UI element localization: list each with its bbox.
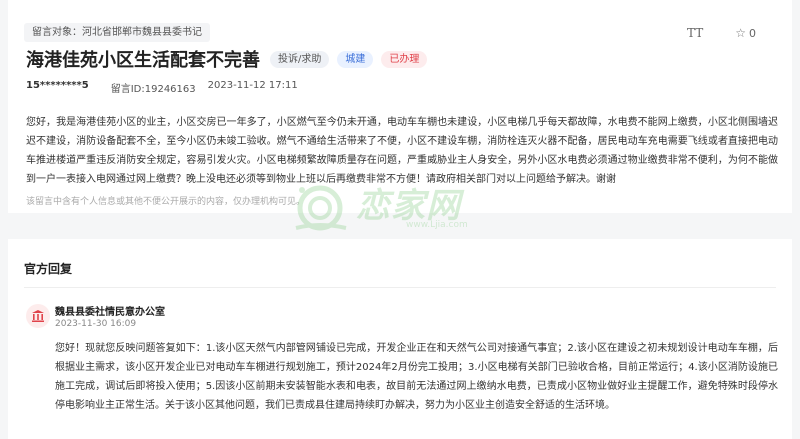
divider [24, 287, 776, 288]
reply-section-title: 官方回复 [24, 262, 73, 276]
reply-card: 官方回复 魏县县委社情民意办公室 2023-11-30 16:09 您好！现就您… [8, 239, 792, 439]
status-badge: 已办理 [381, 50, 428, 68]
title-row: 海港佳苑小区生活配套不完善 投诉/求助 城建 已办理 [26, 46, 435, 72]
star-icon[interactable]: ☆ [735, 26, 746, 40]
message-datetime: 2023-11-12 17:11 [207, 80, 298, 91]
watermark-url: www.Ljia.com [406, 220, 468, 230]
like-count: 0 [749, 26, 756, 40]
reply-datetime: 2023-11-30 16:09 [55, 319, 137, 329]
page-title: 海港佳苑小区生活配套不完善 [26, 50, 260, 71]
reply-department: 魏县县委社情民意办公室 [55, 307, 165, 318]
message-body: 您好，我是海港佳苑小区的业主，小区交房已一年多了，小区燃气至今仍未开通，电动车车… [26, 117, 778, 185]
privacy-notice: 该留言中含有个人信息或其他不便公开展示的内容，仅办理机构可见。 [26, 197, 306, 207]
field-tag: 城建 [337, 50, 374, 68]
reply-body: 您好！现就您反映问题答复如下：1.该小区天然气内部管网铺设已完成，开发企业正在和… [55, 343, 778, 411]
message-toolbar: TT ☆ 0 [687, 26, 756, 40]
category-tag: 投诉/求助 [270, 50, 330, 68]
message-target: 留言对象：河北省邯郸市魏县县委书记 [24, 23, 210, 42]
font-size-icon[interactable]: TT [687, 26, 703, 40]
user-id: 15********5 [26, 80, 89, 91]
message-id: 留言ID:19246163 [110, 84, 196, 95]
message-card: 留言对象：河北省邯郸市魏县县委书记 TT ☆ 0 海港佳苑小区生活配套不完善 投… [8, 0, 792, 213]
government-building-icon [32, 310, 44, 322]
message-meta: 15********5 留言ID:19246163 2023-11-12 17:… [26, 80, 298, 95]
department-avatar [26, 304, 50, 328]
